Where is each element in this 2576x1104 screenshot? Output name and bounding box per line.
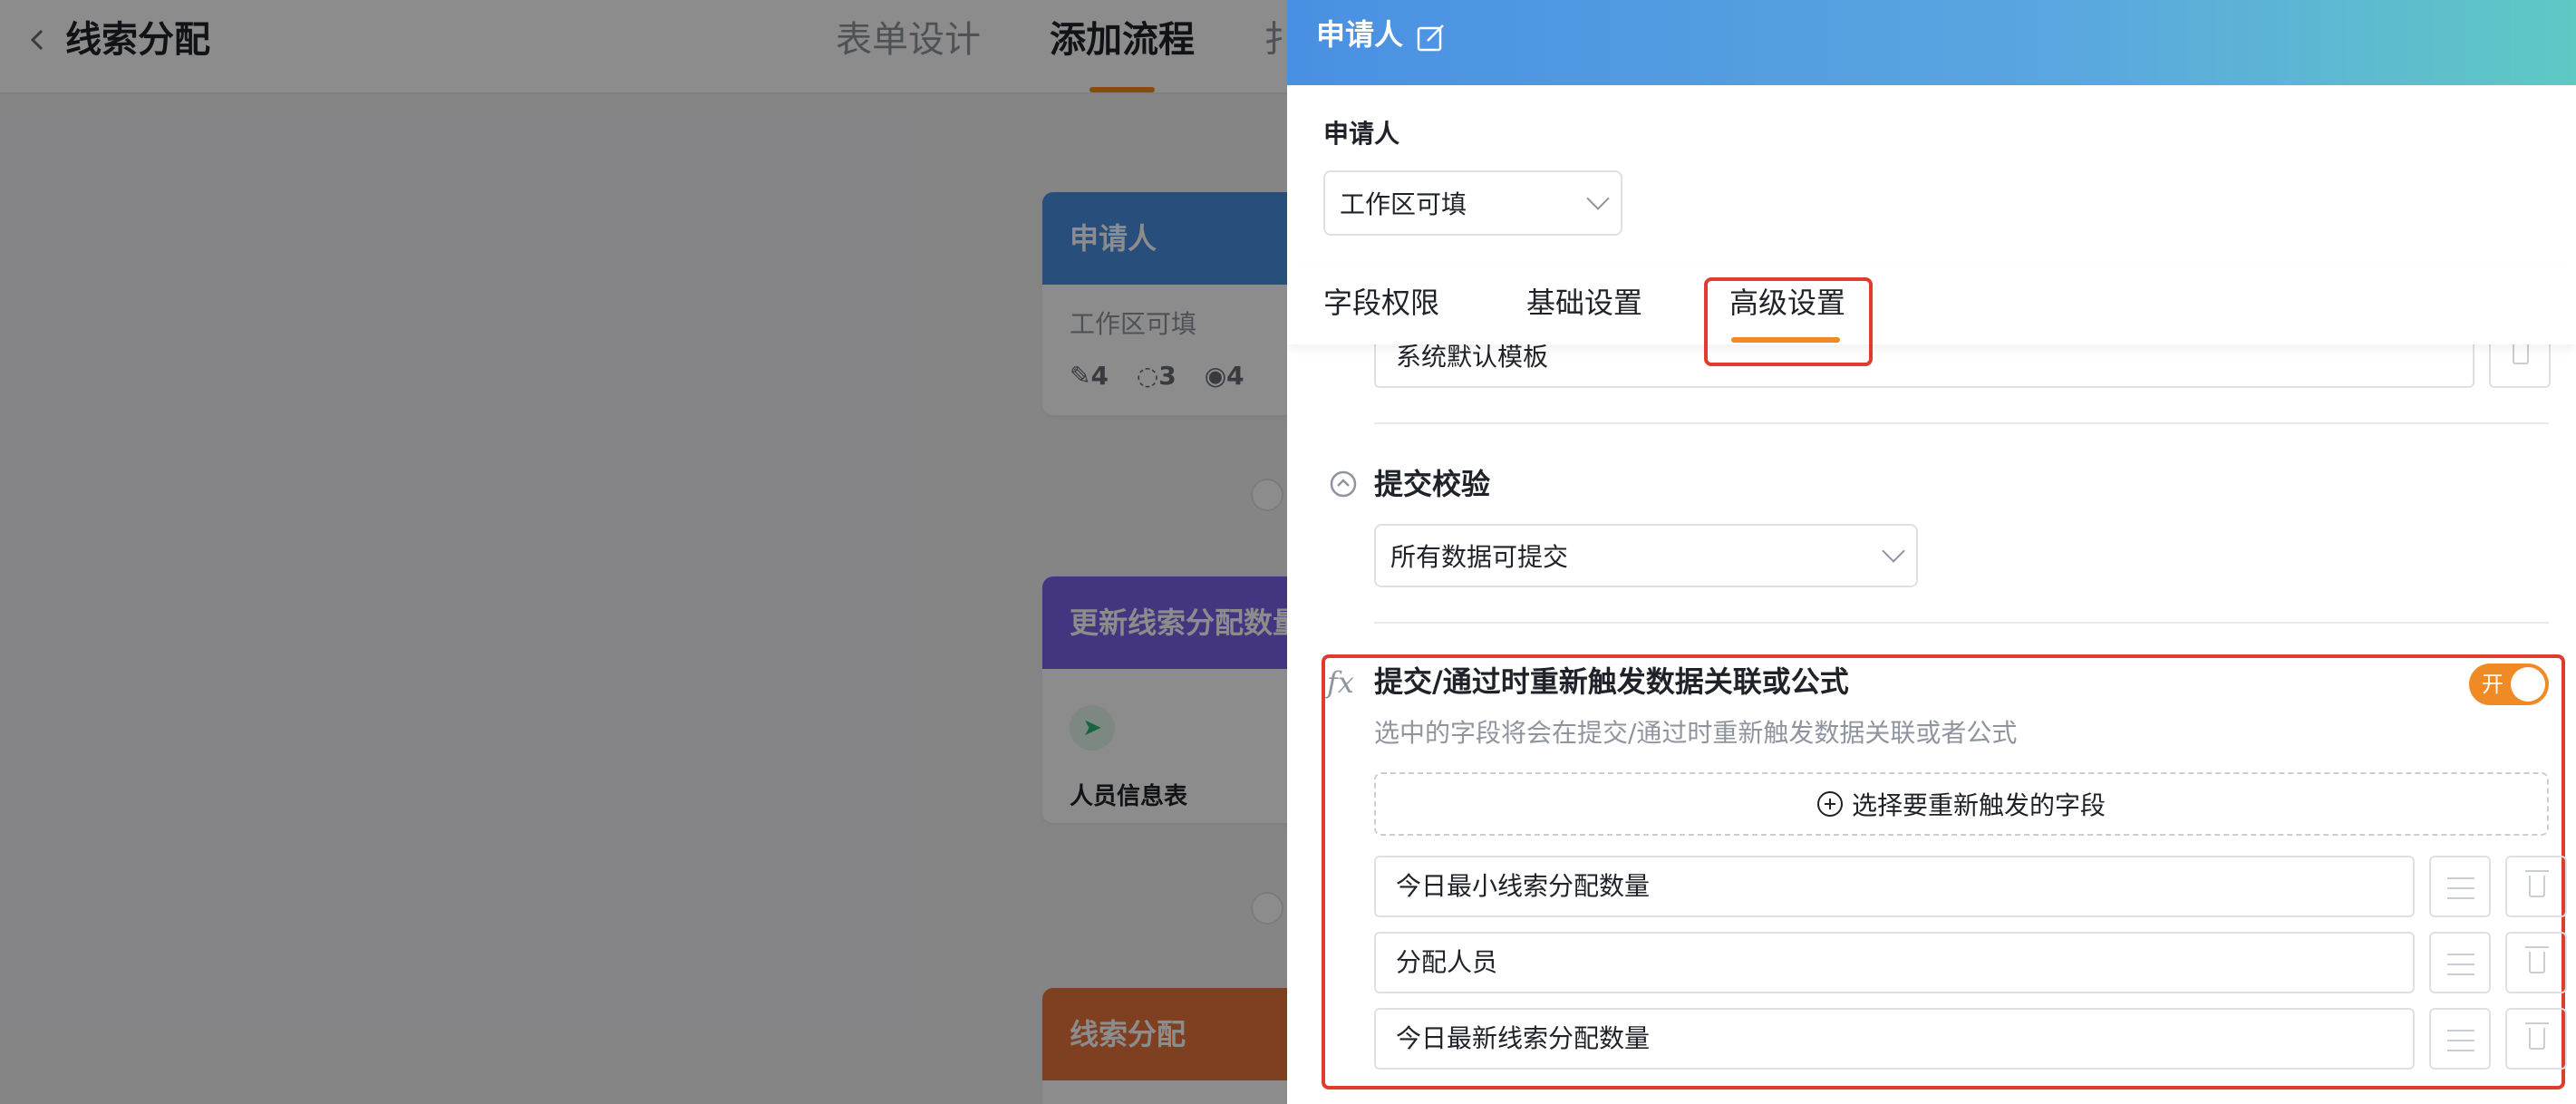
add-retrigger-field-button[interactable]: 选择要重新触发的字段	[1374, 772, 2549, 836]
chevron-down-icon	[1882, 539, 1905, 563]
tab-field-permissions[interactable]: 字段权限	[1323, 283, 1439, 323]
field-name: 分配人员	[1374, 932, 2415, 993]
list-item: 今日最小线索分配数量	[1374, 856, 2567, 917]
tab-basic-settings[interactable]: 基础设置	[1526, 283, 1642, 323]
divider	[1374, 422, 2549, 424]
field-name: 今日最新线索分配数量	[1374, 1008, 2415, 1070]
edit-icon[interactable]	[1416, 22, 1447, 53]
retrigger-toggle[interactable]: 开	[2469, 663, 2549, 705]
trash-icon	[2509, 337, 2532, 364]
divider	[1374, 622, 2549, 624]
settings-tabs: 字段权限 基础设置 高级设置	[1287, 263, 2576, 344]
role-select-value: 工作区可填	[1340, 189, 1467, 219]
trash-icon	[2525, 1022, 2549, 1050]
validation-select-value: 所有数据可提交	[1390, 542, 1569, 572]
retrigger-description: 选中的字段将会在提交/通过时重新触发数据关联或者公式	[1374, 718, 2018, 748]
list-item: 今日最新线索分配数量	[1374, 1008, 2567, 1070]
delete-field-button[interactable]	[2505, 1008, 2567, 1070]
role-label: 申请人	[1323, 119, 1400, 149]
toggle-knob	[2511, 667, 2545, 702]
delete-field-button[interactable]	[2505, 932, 2567, 993]
formula-icon: fx	[1327, 665, 1354, 700]
chevron-down-icon	[1586, 187, 1610, 210]
trash-icon	[2525, 870, 2549, 897]
delete-field-button[interactable]	[2505, 856, 2567, 917]
drag-handle-icon[interactable]	[2429, 856, 2491, 917]
trash-icon	[2525, 946, 2549, 973]
field-name: 今日最小线索分配数量	[1374, 856, 2415, 917]
add-field-label: 选择要重新触发的字段	[1851, 790, 2106, 820]
retrigger-title: 提交/通过时重新触发数据关联或公式	[1374, 664, 1849, 699]
role-select[interactable]: 工作区可填	[1323, 170, 1622, 236]
list-item: 分配人员	[1374, 932, 2567, 993]
node-settings-panel: 申请人 申请人 工作区可填 系统默认模板 字段权限 基础设置 高级设置 提交校验…	[1287, 0, 2576, 1104]
panel-title: 申请人	[1316, 17, 1404, 52]
highlight-box	[1704, 277, 1873, 366]
validation-icon	[1330, 470, 1357, 498]
panel-header: 申请人	[1287, 0, 2576, 85]
drag-handle-icon[interactable]	[2429, 1008, 2491, 1070]
toggle-label: 开	[2482, 672, 2503, 697]
validation-select[interactable]: 所有数据可提交	[1374, 524, 1918, 587]
plus-circle-icon	[1816, 791, 1843, 817]
drag-handle-icon[interactable]	[2429, 932, 2491, 993]
validation-title: 提交校验	[1374, 467, 1491, 501]
